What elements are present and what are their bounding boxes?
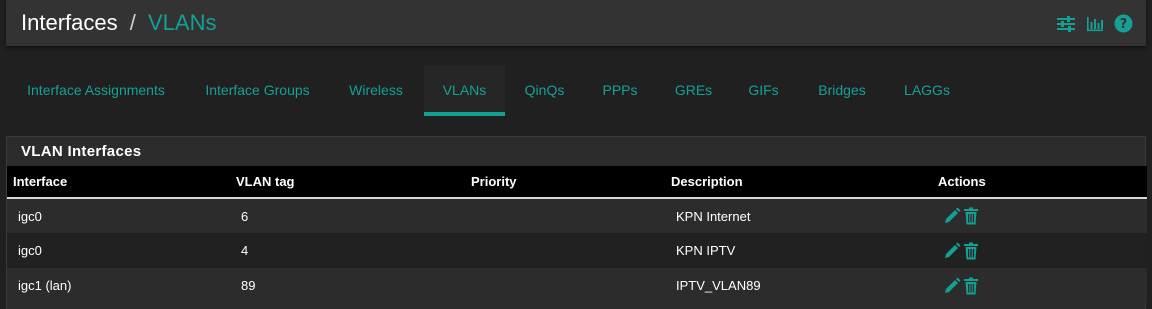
cell-description: IPTV_VLAN89 [676,278,761,293]
tab-laggs[interactable]: LAGGs [891,66,963,116]
edit-pencil-icon[interactable] [943,242,961,260]
bar-chart-icon[interactable] [1086,16,1104,32]
column-header-vlan-tag[interactable]: VLAN tag [236,166,471,198]
panel-title: VLAN Interfaces [21,143,142,160]
cell-priority [471,198,671,233]
cell-interface: igc0 [18,208,42,224]
column-header-interface[interactable]: Interface [7,166,236,198]
tab-ppps[interactable]: PPPs [587,66,653,116]
tab-label: GREs [674,82,713,98]
tab-qinqs[interactable]: QinQs [508,66,581,116]
edit-pencil-icon[interactable] [943,277,961,295]
cell-vlan-tag: 6 [241,208,249,224]
vlan-interfaces-panel: VLAN Interfaces Interface VLAN tag Prior… [6,136,1147,309]
cell-actions [938,198,1147,233]
column-header-description[interactable]: Description [671,166,938,198]
table-row: igc1 (lan) 89 IPTV_VLAN89 [7,268,1147,303]
tab-vlans[interactable]: VLANs [424,66,505,116]
trash-icon[interactable] [963,242,979,260]
edit-pencil-icon[interactable] [943,207,961,225]
breadcrumb-interfaces[interactable]: Interfaces [21,10,118,35]
trash-icon[interactable] [963,207,979,225]
cell-vlan-tag: 4 [241,243,249,258]
column-header-priority[interactable]: Priority [471,166,671,198]
tab-label: Interface Groups [205,82,310,98]
cell-vlan-tag: 89 [241,278,256,293]
table-row: igc0 4 KPN IPTV [7,233,1147,268]
breadcrumb-current[interactable]: VLANs [148,10,216,35]
help-icon[interactable]: ? [1114,14,1133,33]
tab-label: Interface Assignments [27,82,165,98]
table-row: igc0 6 KPN Internet [7,198,1147,233]
sliders-icon[interactable] [1056,15,1076,33]
tab-label: QinQs [524,82,565,98]
cell-interface: igc1 (lan) [18,278,72,293]
tab-interface-groups[interactable]: Interface Groups [186,66,329,116]
trash-icon[interactable] [963,277,979,295]
cell-actions [938,268,1147,303]
header-icons: ? [1056,14,1133,33]
vlan-table: Interface VLAN tag Priority Description … [7,166,1147,303]
cell-description: KPN IPTV [676,243,736,258]
page-header: Interfaces / VLANs ? [6,0,1146,46]
cell-interface: igc0 [18,243,42,258]
tab-bar: Interface Assignments Interface Groups W… [6,66,1146,116]
tab-gres[interactable]: GREs [661,66,726,116]
tab-label: VLANs [442,82,487,98]
tab-wireless[interactable]: Wireless [329,66,423,116]
tab-label: Bridges [818,82,866,98]
tab-label: Wireless [349,82,403,98]
svg-text:?: ? [1120,17,1128,32]
breadcrumb-separator: / [129,10,136,35]
tab-bridges[interactable]: Bridges [806,66,878,116]
tab-label: LAGGs [904,82,950,98]
cell-description: KPN Internet [676,208,751,224]
tab-label: PPPs [602,82,638,98]
cell-priority [471,268,671,303]
column-header-actions: Actions [938,174,986,189]
active-tab-indicator [424,112,505,116]
tab-gifs[interactable]: GIFs [733,66,794,116]
table-header-row: Interface VLAN tag Priority Description … [7,166,1147,198]
cell-priority [471,233,671,268]
cell-actions [938,233,1147,268]
tab-interface-assignments[interactable]: Interface Assignments [6,66,186,116]
breadcrumb: Interfaces / VLANs [21,10,216,36]
tab-label: GIFs [748,82,779,98]
